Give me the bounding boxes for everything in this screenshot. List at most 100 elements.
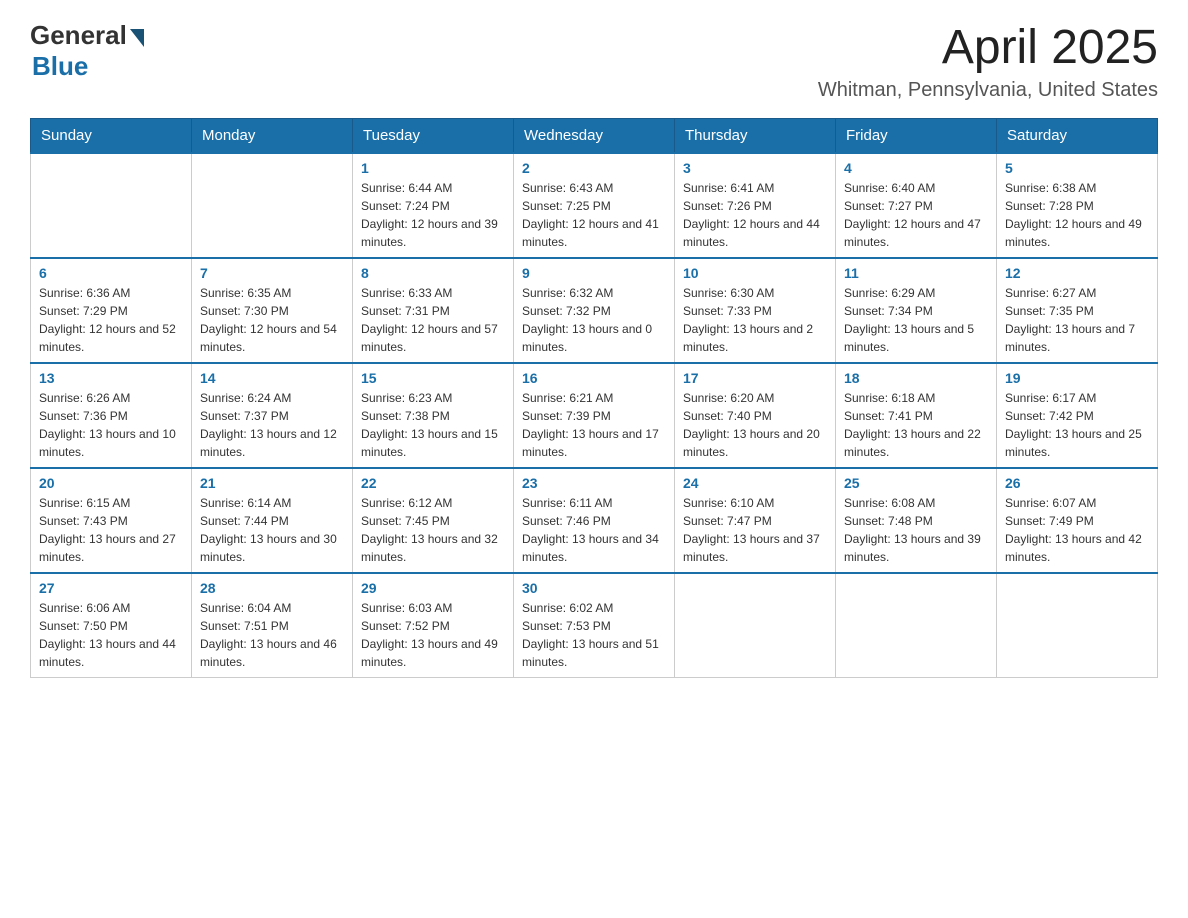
day-number: 22 [361,475,505,491]
day-info: Sunrise: 6:30 AMSunset: 7:33 PMDaylight:… [683,284,827,356]
day-info: Sunrise: 6:03 AMSunset: 7:52 PMDaylight:… [361,599,505,671]
calendar-header-tuesday: Tuesday [353,119,514,154]
calendar-cell: 25 Sunrise: 6:08 AMSunset: 7:48 PMDayligh… [836,468,997,573]
day-info: Sunrise: 6:02 AMSunset: 7:53 PMDaylight:… [522,599,666,671]
day-info: Sunrise: 6:35 AMSunset: 7:30 PMDaylight:… [200,284,344,356]
day-number: 28 [200,580,344,596]
day-number: 18 [844,370,988,386]
day-info: Sunrise: 6:32 AMSunset: 7:32 PMDaylight:… [522,284,666,356]
calendar-cell: 24Sunrise: 6:10 AMSunset: 7:47 PMDayligh… [675,468,836,573]
page-subtitle: Whitman, Pennsylvania, United States [818,79,1158,102]
day-number: 29 [361,580,505,596]
calendar-cell: 22 Sunrise: 6:12 AMSunset: 7:45 PMDayligh… [353,468,514,573]
day-info: Sunrise: 6:36 AMSunset: 7:29 PMDaylight:… [39,284,183,356]
logo-arrow-icon [130,29,144,47]
logo-blue-text: Blue [32,51,88,82]
day-info: Sunrise: 6:21 AMSunset: 7:39 PMDaylight:… [522,389,666,461]
calendar-cell: 12 Sunrise: 6:27 AMSunset: 7:35 PMDayligh… [997,258,1158,363]
calendar-cell: 2Sunrise: 6:43 AMSunset: 7:25 PMDaylight… [514,153,675,258]
calendar-cell: 27Sunrise: 6:06 AMSunset: 7:50 PMDayligh… [31,573,192,678]
day-number: 30 [522,580,666,596]
calendar-cell [836,573,997,678]
week-row-5: 27Sunrise: 6:06 AMSunset: 7:50 PMDayligh… [31,573,1158,678]
calendar-cell [192,153,353,258]
calendar-cell [997,573,1158,678]
page-title: April 2025 [818,20,1158,75]
day-info: Sunrise: 6:11 AMSunset: 7:46 PMDaylight:… [522,494,666,566]
calendar-cell: 4 Sunrise: 6:40 AMSunset: 7:27 PMDaylight… [836,153,997,258]
day-info: Sunrise: 6:26 AMSunset: 7:36 PMDaylight:… [39,389,183,461]
week-row-1: 1Sunrise: 6:44 AMSunset: 7:24 PMDaylight… [31,153,1158,258]
day-info: Sunrise: 6:07 AMSunset: 7:49 PMDaylight:… [1005,494,1149,566]
calendar-cell: 11Sunrise: 6:29 AMSunset: 7:34 PMDayligh… [836,258,997,363]
day-number: 23 [522,475,666,491]
day-number: 19 [1005,370,1149,386]
day-info: Sunrise: 6:12 AMSunset: 7:45 PMDaylight:… [361,494,505,566]
calendar-cell: 6 Sunrise: 6:36 AMSunset: 7:29 PMDaylight… [31,258,192,363]
day-info: Sunrise: 6:08 AMSunset: 7:48 PMDaylight:… [844,494,988,566]
calendar-cell: 20 Sunrise: 6:15 AMSunset: 7:43 PMDayligh… [31,468,192,573]
calendar-table: SundayMondayTuesdayWednesdayThursdayFrid… [30,118,1158,678]
calendar-header-monday: Monday [192,119,353,154]
calendar-cell: 29 Sunrise: 6:03 AMSunset: 7:52 PMDayligh… [353,573,514,678]
calendar-cell: 28 Sunrise: 6:04 AMSunset: 7:51 PMDayligh… [192,573,353,678]
calendar-header-thursday: Thursday [675,119,836,154]
day-number: 8 [361,265,505,281]
day-number: 6 [39,265,183,281]
day-number: 14 [200,370,344,386]
day-number: 25 [844,475,988,491]
calendar-cell: 15Sunrise: 6:23 AMSunset: 7:38 PMDayligh… [353,363,514,468]
day-info: Sunrise: 6:04 AMSunset: 7:51 PMDaylight:… [200,599,344,671]
day-number: 12 [1005,265,1149,281]
day-info: Sunrise: 6:10 AMSunset: 7:47 PMDaylight:… [683,494,827,566]
week-row-3: 13Sunrise: 6:26 AMSunset: 7:36 PMDayligh… [31,363,1158,468]
day-info: Sunrise: 6:20 AMSunset: 7:40 PMDaylight:… [683,389,827,461]
calendar-header-wednesday: Wednesday [514,119,675,154]
day-number: 4 [844,160,988,176]
day-number: 16 [522,370,666,386]
day-info: Sunrise: 6:18 AMSunset: 7:41 PMDaylight:… [844,389,988,461]
calendar-cell [31,153,192,258]
day-number: 9 [522,265,666,281]
calendar-cell: 14 Sunrise: 6:24 AMSunset: 7:37 PMDayligh… [192,363,353,468]
calendar-cell: 26 Sunrise: 6:07 AMSunset: 7:49 PMDayligh… [997,468,1158,573]
day-info: Sunrise: 6:43 AMSunset: 7:25 PMDaylight:… [522,179,666,251]
calendar-cell: 5Sunrise: 6:38 AMSunset: 7:28 PMDaylight… [997,153,1158,258]
page-header: General Blue April 2025 Whitman, Pennsyl… [30,20,1158,102]
calendar-header-sunday: Sunday [31,119,192,154]
day-info: Sunrise: 6:15 AMSunset: 7:43 PMDaylight:… [39,494,183,566]
calendar-cell: 13Sunrise: 6:26 AMSunset: 7:36 PMDayligh… [31,363,192,468]
day-info: Sunrise: 6:24 AMSunset: 7:37 PMDaylight:… [200,389,344,461]
calendar-header-row: SundayMondayTuesdayWednesdayThursdayFrid… [31,119,1158,154]
week-row-2: 6 Sunrise: 6:36 AMSunset: 7:29 PMDaylight… [31,258,1158,363]
day-info: Sunrise: 6:29 AMSunset: 7:34 PMDaylight:… [844,284,988,356]
calendar-cell: 18 Sunrise: 6:18 AMSunset: 7:41 PMDayligh… [836,363,997,468]
day-info: Sunrise: 6:23 AMSunset: 7:38 PMDaylight:… [361,389,505,461]
calendar-cell: 3Sunrise: 6:41 AMSunset: 7:26 PMDaylight… [675,153,836,258]
calendar-cell: 23 Sunrise: 6:11 AMSunset: 7:46 PMDayligh… [514,468,675,573]
calendar-cell: 10Sunrise: 6:30 AMSunset: 7:33 PMDayligh… [675,258,836,363]
day-number: 7 [200,265,344,281]
day-number: 17 [683,370,827,386]
day-number: 21 [200,475,344,491]
day-info: Sunrise: 6:14 AMSunset: 7:44 PMDaylight:… [200,494,344,566]
calendar-cell: 17 Sunrise: 6:20 AMSunset: 7:40 PMDayligh… [675,363,836,468]
day-info: Sunrise: 6:40 AMSunset: 7:27 PMDaylight:… [844,179,988,251]
calendar-header-friday: Friday [836,119,997,154]
day-number: 26 [1005,475,1149,491]
calendar-cell: 1Sunrise: 6:44 AMSunset: 7:24 PMDaylight… [353,153,514,258]
day-number: 5 [1005,160,1149,176]
day-number: 20 [39,475,183,491]
day-info: Sunrise: 6:06 AMSunset: 7:50 PMDaylight:… [39,599,183,671]
title-area: April 2025 Whitman, Pennsylvania, United… [818,20,1158,102]
day-number: 3 [683,160,827,176]
logo-general-text: General [30,20,127,51]
day-info: Sunrise: 6:44 AMSunset: 7:24 PMDaylight:… [361,179,505,251]
calendar-cell: 7 Sunrise: 6:35 AMSunset: 7:30 PMDaylight… [192,258,353,363]
calendar-header-saturday: Saturday [997,119,1158,154]
day-info: Sunrise: 6:33 AMSunset: 7:31 PMDaylight:… [361,284,505,356]
calendar-cell: 19Sunrise: 6:17 AMSunset: 7:42 PMDayligh… [997,363,1158,468]
calendar-cell: 8 Sunrise: 6:33 AMSunset: 7:31 PMDaylight… [353,258,514,363]
calendar-cell [675,573,836,678]
day-info: Sunrise: 6:27 AMSunset: 7:35 PMDaylight:… [1005,284,1149,356]
